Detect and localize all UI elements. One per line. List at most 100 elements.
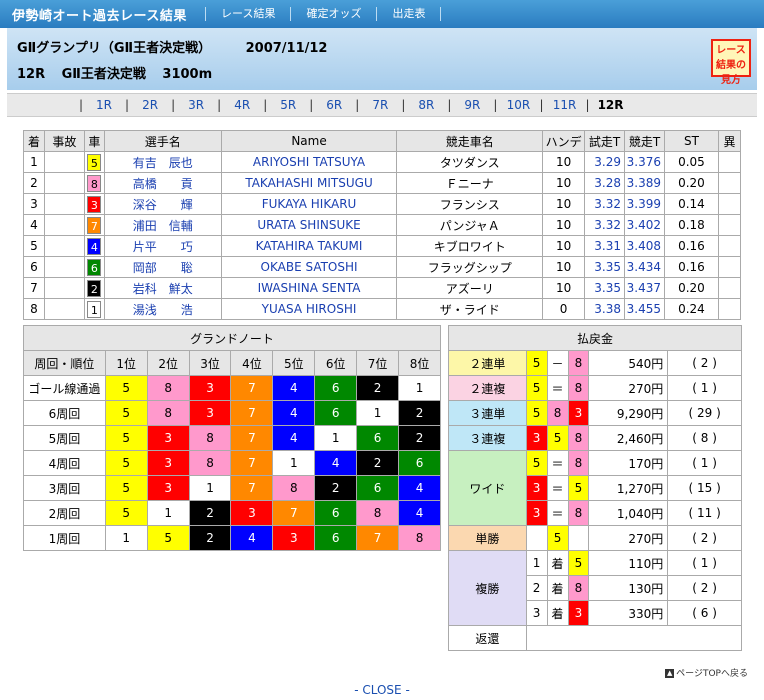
car-number-cell: 4 [83,235,105,257]
page-top-link[interactable]: ▲ ページTOPへ戻る [665,666,748,679]
payout-car: 5 [546,525,569,551]
trial-time: 3.31 [584,235,626,257]
race-link-5r[interactable]: 5R [273,98,303,112]
lap-car-cell: 4 [272,400,316,426]
finish-position: 4 [23,214,45,236]
rider-name-link[interactable]: 高橋 貢 [103,172,222,194]
combo-symbol: ＝ [546,475,569,501]
nav-odds-link[interactable]: 確定オッズ [290,7,376,21]
payout-car: 5 [525,375,548,401]
race-link-6r[interactable]: 6R [319,98,349,112]
race-link-7r[interactable]: 7R [365,98,395,112]
race-link-12r[interactable]: 12R [596,98,626,112]
race-link-3r[interactable]: 3R [181,98,211,112]
arrow-up-icon: ▲ [665,669,675,678]
rider-name-link[interactable]: 浦田 信輔 [103,214,222,236]
refund-value [525,625,743,651]
separator: | [263,98,268,112]
payout-car: 3 [525,425,548,451]
lap-row: 6周回 5 8 3 7 4 6 1 2 [23,400,441,426]
payout-row-fukusho: 複勝 1 着 5 110円( 1 ) [448,550,742,626]
payout-car: 5 [525,450,548,476]
race-link-11r[interactable]: 11R [550,98,580,112]
lap-label: 6周回 [23,400,106,426]
bet-type-label: ３連複 [448,425,527,451]
lap-label: 4周回 [23,450,106,476]
car-number-badge: 2 [87,279,102,297]
result-guide-button[interactable]: レース結果の見方 [711,39,751,86]
race-time: 3.376 [624,151,665,173]
payout-car: 8 [567,500,590,526]
lap-row: ゴール線通過 5 8 3 7 4 6 2 1 [23,375,441,401]
trial-time: 3.28 [584,172,626,194]
trial-time: 3.38 [584,298,626,320]
race-time: 3.402 [624,214,665,236]
page-top-label: ページTOPへ戻る [676,669,748,679]
payout-amount: 1,040円 [588,500,669,526]
position-header: 1位 [104,350,148,376]
handicap: 10 [542,235,586,257]
machine-name: タツダンス [396,151,544,173]
lap-car-cell: 3 [188,400,232,426]
payout-amount: 2,460円 [588,425,669,451]
lap-row: 5周回 5 3 8 7 4 1 6 2 [23,425,441,451]
combo-symbol: ＝ [546,450,569,476]
irregular-cell [717,277,742,299]
handicap: 10 [542,214,586,236]
payout-amount: 1,270円 [588,475,669,501]
rider-name-link[interactable]: 深谷 輝 [103,193,222,215]
race-link-1r[interactable]: 1R [89,98,119,112]
race-name: GⅡ王者決定戦 [61,67,146,82]
combo-symbol: ＝ [546,500,569,526]
lap-car-cell: 8 [356,500,400,526]
lap-car-cell: 6 [314,525,358,551]
car-number-badge: 6 [87,258,102,276]
rider-name-link[interactable]: 片平 巧 [103,235,222,257]
irregular-cell [717,172,742,194]
race-link-10r[interactable]: 10R [503,98,533,112]
machine-name: フラッグシップ [396,256,544,278]
lap-car-cell: 8 [188,425,232,451]
accident-cell [43,151,85,173]
car-number-badge: 3 [87,195,102,213]
rider-romaji-name: URATA SHINSUKE [220,214,398,236]
rider-name-link[interactable]: 有吉 辰也 [103,151,222,173]
close-link[interactable]: - CLOSE - [354,683,410,697]
payout-car: 3 [567,600,590,626]
payout-car: 8 [567,450,590,476]
car-number-cell: 8 [83,172,105,194]
finish-position: 7 [23,277,45,299]
result-header-cell: 選手名 [103,130,222,152]
finish-position: 1 [23,151,45,173]
combo-symbol: ＝ [546,375,569,401]
nav-race-result-link[interactable]: レース結果 [205,7,290,21]
nav-entry-list-link[interactable]: 出走表 [376,7,442,21]
lap-car-cell: 1 [272,450,316,476]
bet-type-label: ２連単 [448,350,527,376]
irregular-cell [717,193,742,215]
rider-name-link[interactable]: 湯浅 浩 [103,298,222,320]
machine-name: キブロワイト [396,235,544,257]
payout-table: 払戻金 ２連単 5 － 8 540円( 2 ) ２連複 5 ＝ 8 270円( 1 ) ３連単 5 8 3… [448,325,743,651]
race-link-8r[interactable]: 8R [411,98,441,112]
race-link-9r[interactable]: 9R [457,98,487,112]
lap-car-cell: 3 [146,450,190,476]
rider-name-link[interactable]: 岡部 聡 [103,256,222,278]
rider-name-link[interactable]: 岩科 鮮太 [103,277,222,299]
popularity: ( 1 ) [667,550,742,576]
race-link-4r[interactable]: 4R [227,98,257,112]
popularity: ( 1 ) [667,375,742,401]
place-suffix: 着 [546,575,569,601]
close-area: - CLOSE - [0,683,764,697]
lap-car-cell: 2 [398,425,441,451]
lap-car-cell: 1 [356,400,400,426]
lap-car-cell: 6 [356,425,400,451]
bet-type-label: 返還 [448,625,527,651]
popularity: ( 8 ) [667,425,742,451]
payout-car: 5 [546,425,569,451]
accident-cell [43,214,85,236]
separator: | [355,98,360,112]
popularity: ( 29 ) [667,400,742,426]
race-link-2r[interactable]: 2R [135,98,165,112]
payout-car: 3 [567,400,590,426]
